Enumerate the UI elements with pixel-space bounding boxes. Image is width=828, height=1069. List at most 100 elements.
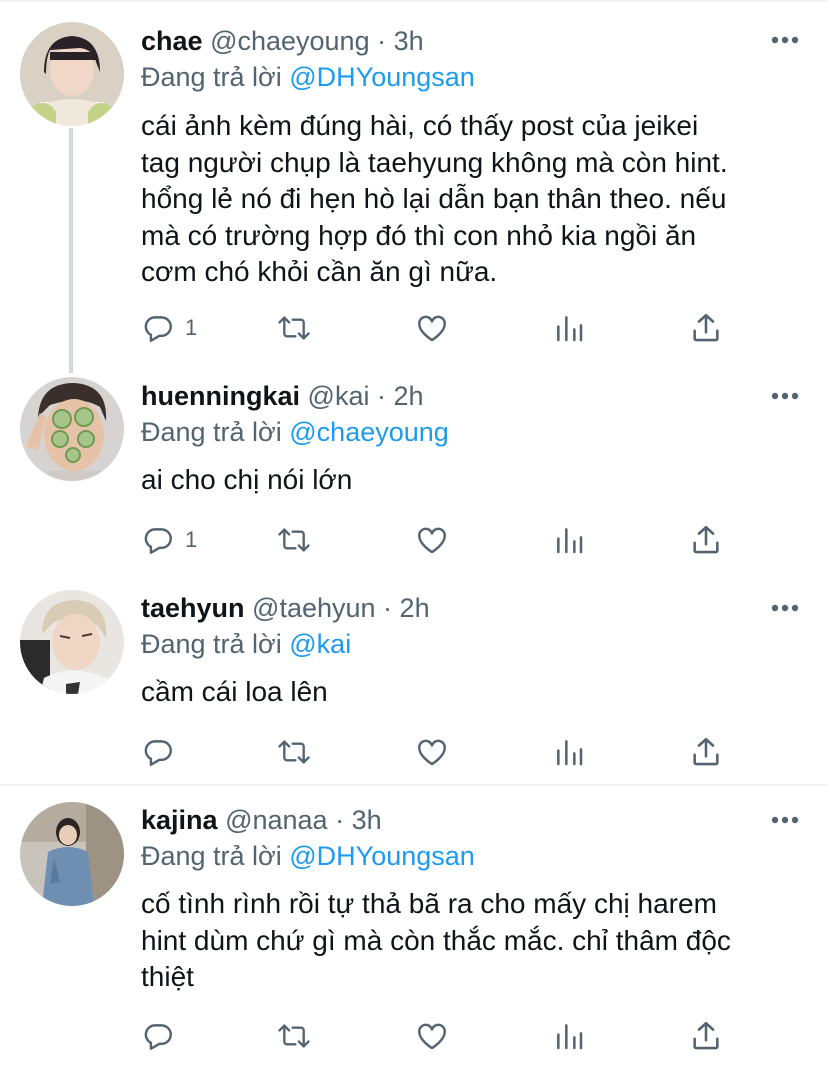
- analytics-icon: [553, 735, 585, 769]
- action-bar: [141, 1016, 741, 1056]
- tweet-text: cầm cái loa lên: [141, 674, 801, 711]
- replying-to-label: Đang trả lời: [141, 62, 290, 92]
- user-handle[interactable]: @nanaa: [225, 805, 328, 835]
- separator-dot: ·: [375, 593, 400, 623]
- tweet-chae[interactable]: chae @chaeyoung · 3h Đang trả lời @DHYou…: [0, 0, 828, 373]
- retweet-button[interactable]: [276, 1016, 312, 1056]
- analytics-button[interactable]: [553, 520, 585, 560]
- mention-link[interactable]: @DHYoungsan: [289, 62, 475, 92]
- tweet-text-line: cái ảnh kèm đúng hài, có thấy post của j…: [141, 110, 699, 141]
- heart-icon: [415, 311, 449, 345]
- reply-icon: [141, 735, 175, 769]
- analytics-button[interactable]: [553, 1016, 585, 1056]
- display-name[interactable]: huenningkai: [141, 381, 300, 411]
- retweet-button[interactable]: [276, 308, 312, 348]
- heart-icon: [415, 1019, 449, 1053]
- retweet-icon: [276, 1019, 312, 1053]
- share-icon: [689, 735, 723, 769]
- tweet-header: huenningkai @kai · 2h: [141, 379, 424, 413]
- like-button[interactable]: [415, 732, 449, 772]
- timestamp[interactable]: 2h: [393, 381, 423, 411]
- avatar[interactable]: [20, 377, 124, 481]
- action-bar: 1: [141, 308, 741, 348]
- tweet-text-line: thiệt: [141, 961, 194, 992]
- separator-dot: ·: [369, 381, 394, 411]
- user-handle[interactable]: @kai: [308, 381, 370, 411]
- reply-count: 1: [185, 527, 198, 552]
- analytics-icon: [553, 311, 585, 345]
- avatar[interactable]: [20, 22, 124, 126]
- like-button[interactable]: [415, 1016, 449, 1056]
- mention-link[interactable]: @DHYoungsan: [289, 841, 475, 871]
- more-icon[interactable]: [770, 812, 800, 828]
- more-icon[interactable]: [770, 388, 800, 404]
- display-name[interactable]: kajina: [141, 805, 218, 835]
- separator-dot: ·: [327, 805, 352, 835]
- share-button[interactable]: [689, 520, 723, 560]
- retweet-icon: [276, 523, 312, 557]
- reply-button[interactable]: [141, 732, 185, 772]
- tweet-text: cái ảnh kèm đúng hài, có thấy post của j…: [141, 108, 801, 291]
- replying-to: Đang trả lời @kai: [141, 627, 351, 661]
- tweet-text-line: hổng lẻ nó đi hẹn hò lại dẫn bạn thân th…: [141, 183, 727, 214]
- analytics-button[interactable]: [553, 732, 585, 772]
- more-icon[interactable]: [770, 600, 800, 616]
- replying-to: Đang trả lời @chaeyoung: [141, 415, 449, 449]
- replying-to-label: Đang trả lời: [141, 629, 290, 659]
- user-handle[interactable]: @chaeyoung: [210, 26, 370, 56]
- retweet-button[interactable]: [276, 520, 312, 560]
- tweet-text-line: tag người chụp là taehyung không mà còn …: [141, 146, 728, 178]
- reply-button[interactable]: [141, 1016, 185, 1056]
- reply-button[interactable]: 1: [141, 520, 197, 560]
- replying-to: Đang trả lời @DHYoungsan: [141, 839, 475, 873]
- avatar[interactable]: [20, 802, 124, 906]
- retweet-icon: [276, 311, 312, 345]
- tweet-text-line: cố tình rình rồi tự thả bã ra cho mấy ch…: [141, 888, 717, 919]
- tweet-text-line: ai cho chị nói lớn: [141, 464, 353, 495]
- share-icon: [689, 1019, 723, 1053]
- timestamp[interactable]: 2h: [400, 593, 430, 623]
- tweet-text-line: hint dùm chứ gì mà còn thắc mắc. chỉ thâ…: [141, 924, 731, 956]
- thread-line: [69, 128, 73, 373]
- share-icon: [689, 523, 723, 557]
- action-bar: [141, 732, 741, 772]
- analytics-icon: [553, 523, 585, 557]
- like-button[interactable]: [415, 308, 449, 348]
- timestamp[interactable]: 3h: [352, 805, 382, 835]
- action-bar: 1: [141, 520, 741, 560]
- replying-to-label: Đang trả lời: [141, 841, 290, 871]
- retweet-button[interactable]: [276, 732, 312, 772]
- display-name[interactable]: chae: [141, 26, 203, 56]
- reply-icon: [141, 523, 175, 557]
- tweet-header: chae @chaeyoung · 3h: [141, 24, 424, 58]
- replying-to: Đang trả lời @DHYoungsan: [141, 60, 475, 94]
- tweet-text-line: cơm chó khỏi cần ăn gì nữa.: [141, 256, 498, 287]
- like-button[interactable]: [415, 520, 449, 560]
- share-button[interactable]: [689, 1016, 723, 1056]
- share-button[interactable]: [689, 732, 723, 772]
- tweet-text: ai cho chị nói lớn: [141, 462, 801, 499]
- avatar[interactable]: [20, 590, 124, 694]
- more-icon[interactable]: [770, 32, 800, 48]
- tweet-text: cố tình rình rồi tự thả bã ra cho mấy ch…: [141, 886, 801, 996]
- mention-link[interactable]: @chaeyoung: [289, 417, 449, 447]
- heart-icon: [415, 523, 449, 557]
- tweet-header: taehyun @taehyun · 2h: [141, 591, 430, 625]
- retweet-icon: [276, 735, 312, 769]
- user-handle[interactable]: @taehyun: [252, 593, 376, 623]
- tweet-header: kajina @nanaa · 3h: [141, 803, 382, 837]
- share-button[interactable]: [689, 308, 723, 348]
- analytics-button[interactable]: [553, 308, 585, 348]
- analytics-icon: [553, 1019, 585, 1053]
- reply-button[interactable]: 1: [141, 308, 197, 348]
- reply-icon: [141, 1019, 175, 1053]
- replying-to-label: Đang trả lời: [141, 417, 290, 447]
- tweet-text-line: mà có trường hợp đó thì con nhỏ kia ngồi…: [141, 219, 697, 251]
- share-icon: [689, 311, 723, 345]
- timestamp[interactable]: 3h: [394, 26, 424, 56]
- reply-count: 1: [185, 315, 198, 340]
- thread-divider: [0, 784, 828, 786]
- mention-link[interactable]: @kai: [289, 629, 351, 659]
- tweet-text-line: cầm cái loa lên: [141, 676, 328, 707]
- display-name[interactable]: taehyun: [141, 593, 245, 623]
